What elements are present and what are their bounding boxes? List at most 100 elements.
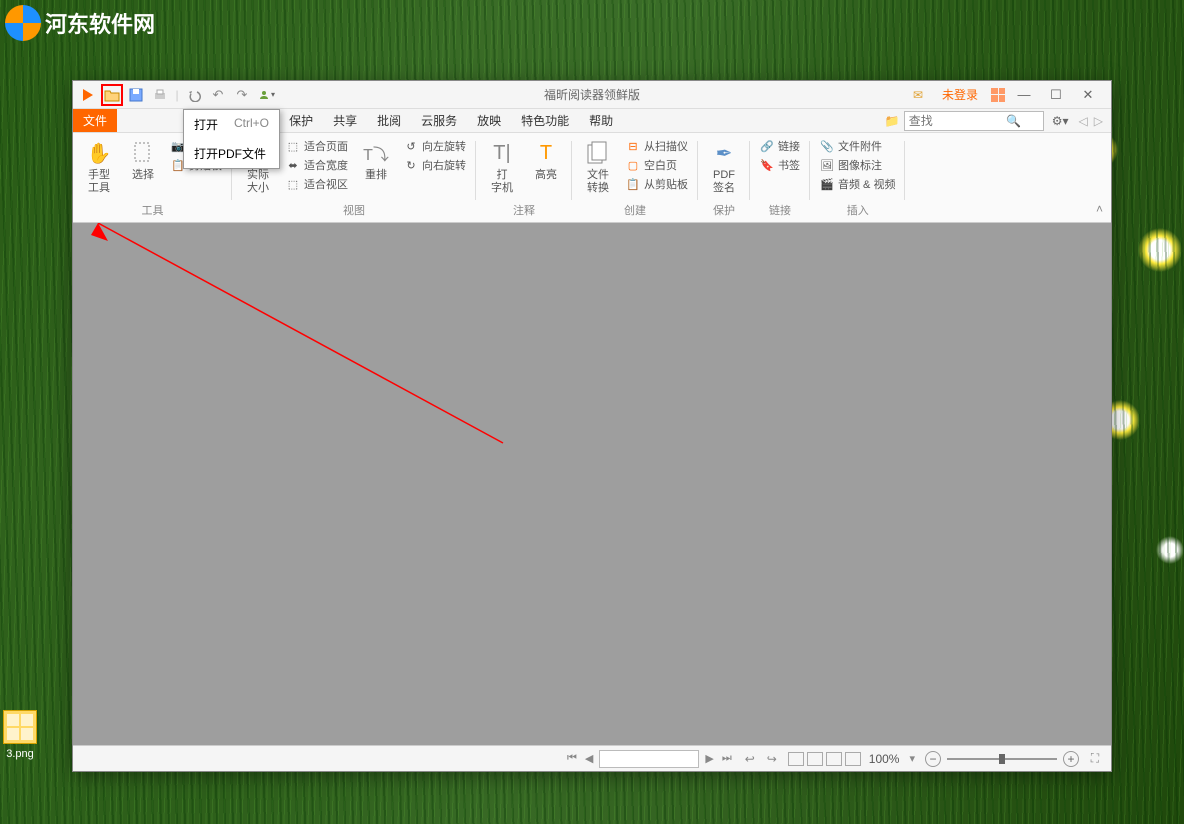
search-icon[interactable]: 🔍 [1005,114,1023,128]
link-icon: 🔗 [760,139,774,153]
hand-tool-button[interactable]: ✋ 手型 工具 [79,137,119,197]
ribbon-collapse-button[interactable]: ˄ [1088,198,1111,220]
audio-video-button[interactable]: 🎬音频 & 视频 [816,175,899,193]
nav-next[interactable]: ▷ [1092,114,1105,128]
link-button[interactable]: 🔗链接 [756,137,804,155]
save-button[interactable] [125,84,147,106]
tab-slideshow[interactable]: 放映 [467,109,511,132]
ribbon-group-comment: T| 打 字机 T 高亮 注释 [476,135,572,220]
open-button[interactable] [101,84,123,106]
search-folder-icon[interactable]: 📁 [885,114,900,128]
document-workspace [73,223,1111,745]
fullscreen-button[interactable]: ⛶ [1087,751,1103,767]
highlight-button[interactable]: T 高亮 [526,137,566,184]
login-button[interactable]: 未登录 [935,83,985,106]
zoom-slider: − + [925,751,1079,767]
desktop-file-label: 3.png [0,748,40,760]
from-clipboard-button[interactable]: 📋从剪贴板 [622,175,692,193]
tab-cloud[interactable]: 云服务 [411,109,467,132]
zoom-in-button[interactable]: + [1063,751,1079,767]
nav-back-icon[interactable]: ↩ [742,751,758,767]
nav-forward-icon[interactable]: ↪ [764,751,780,767]
open-dropdown-menu: 打开 Ctrl+O 打开PDF文件 [183,109,280,169]
dropdown-open-label: 打开 [194,116,218,133]
select-icon [129,139,157,167]
gear-icon[interactable]: ⚙▾ [1048,114,1073,128]
blank-page-button[interactable]: ▢空白页 [622,156,692,174]
close-button[interactable]: ✕ [1075,86,1101,104]
view-continuous-facing-button[interactable] [845,752,861,766]
zoom-track[interactable] [947,758,1057,760]
image-annot-button[interactable]: 🖼图像标注 [816,156,899,174]
nav-prev[interactable]: ◁ [1077,114,1090,128]
fit-visible-icon: ⬚ [286,177,300,191]
undo-arrow-button[interactable]: ↶ [207,84,229,106]
tab-file[interactable]: 文件 [73,109,117,132]
search-input[interactable] [905,114,1005,128]
last-page-button[interactable]: ⏭ [720,752,734,765]
ribbon-group-links: 🔗链接 🔖书签 链接 [750,135,810,220]
annotation-arrow [73,223,573,523]
rotate-right-button[interactable]: ↻向右旋转 [400,156,470,174]
from-scanner-button[interactable]: ⊟从扫描仪 [622,137,692,155]
group-label-comment: 注释 [513,200,535,218]
print-button[interactable] [149,84,171,106]
dropdown-open-shortcut: Ctrl+O [234,116,269,133]
reflow-button[interactable]: T⤵ 重排 [356,137,396,184]
highlight-icon: T [532,139,560,167]
window-title: 福昕阅读器领鲜版 [544,86,640,103]
select-tool-button[interactable]: 选择 [123,137,163,184]
tab-special[interactable]: 特色功能 [511,109,579,132]
skin-button[interactable] [991,88,1005,102]
view-mode-buttons [788,752,861,766]
group-label-view: 视图 [343,200,365,218]
tab-help[interactable]: 帮助 [579,109,623,132]
fit-page-button[interactable]: ⬚适合页面 [282,137,352,155]
undo-button[interactable] [183,84,205,106]
zoom-out-button[interactable]: − [925,751,941,767]
desktop-file-icon[interactable]: 3.png [0,710,40,760]
file-convert-button[interactable]: 文件 转换 [578,137,618,197]
notification-icon[interactable]: ✉ [907,84,929,106]
rotate-left-button[interactable]: ↺向左旋转 [400,137,470,155]
image-file-icon [3,710,37,744]
page-number-input[interactable] [599,750,699,768]
group-label-create: 创建 [624,200,646,218]
view-single-button[interactable] [788,752,804,766]
reflow-icon: T⤵ [362,139,390,167]
file-convert-icon [584,139,612,167]
fit-page-icon: ⬚ [286,139,300,153]
app-logo-icon[interactable] [77,84,99,106]
file-attach-button[interactable]: 📎文件附件 [816,137,899,155]
tab-share[interactable]: 共享 [323,109,367,132]
fit-visible-button[interactable]: ⬚适合视区 [282,175,352,193]
redo-arrow-button[interactable]: ↷ [231,84,253,106]
watermark: 河东软件网 [5,5,155,41]
next-page-button[interactable]: ▶ [703,752,715,765]
typewriter-icon: T| [488,139,516,167]
prev-page-button[interactable]: ◀ [583,752,595,765]
tab-protect[interactable]: 保护 [279,109,323,132]
watermark-logo-icon [5,5,41,41]
fit-width-button[interactable]: ⬌适合宽度 [282,156,352,174]
view-continuous-button[interactable] [807,752,823,766]
view-facing-button[interactable] [826,752,842,766]
bookmark-button[interactable]: 🔖书签 [756,156,804,174]
settings-dropdown-button[interactable]: ▾ [255,84,277,106]
maximize-button[interactable]: ☐ [1043,86,1069,104]
zoom-dropdown[interactable]: ▾ [907,752,917,765]
dropdown-open[interactable]: 打开 Ctrl+O [184,110,279,139]
minimize-button[interactable]: — [1011,86,1037,104]
pdf-sign-button[interactable]: ✒ PDF 签名 [704,137,744,197]
zoom-thumb[interactable] [999,754,1005,764]
typewriter-button[interactable]: T| 打 字机 [482,137,522,197]
first-page-button[interactable]: ⏮ [565,752,579,765]
statusbar: ⏮ ◀ ▶ ⏭ ↩ ↪ 100% ▾ − + ⛶ [73,745,1111,771]
rotate-left-icon: ↺ [404,139,418,153]
tab-review[interactable]: 批阅 [367,109,411,132]
dropdown-open-pdf[interactable]: 打开PDF文件 [184,139,279,168]
search-box[interactable]: 🔍 [904,111,1044,131]
dropdown-open-pdf-label: 打开PDF文件 [194,145,266,162]
attach-icon: 📎 [820,139,834,153]
ribbon-group-protect: ✒ PDF 签名 保护 [698,135,750,220]
